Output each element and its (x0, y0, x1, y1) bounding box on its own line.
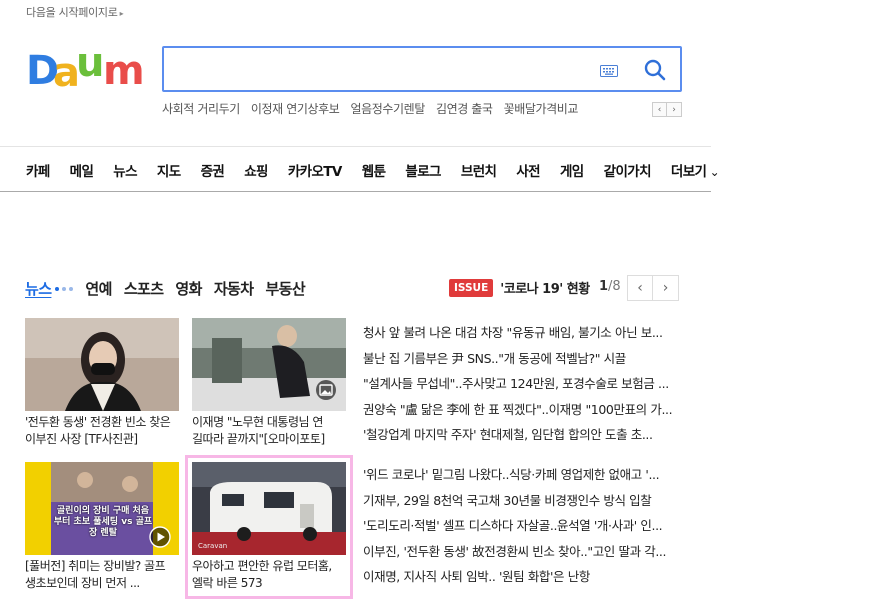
nav-item-blog[interactable]: 블로그 (405, 160, 441, 180)
tab-sports[interactable]: 스포츠 (124, 278, 164, 299)
nav-item-together[interactable]: 같이가치 (604, 160, 652, 180)
trending-keywords: 사회적 거리두기 이정재 연기상후보 얼음정수기렌탈 김연경 출국 꽃배달가격비… (162, 100, 578, 117)
chevron-left-icon[interactable]: ‹ (627, 275, 653, 301)
headline-list: 청사 앞 불려 나온 대검 차장 "유동규 배임, 불기소 아닌 보... 불난… (363, 322, 681, 450)
news-thumbnail (25, 318, 179, 411)
news-caption[interactable]: 이재명 "노무현 대통령님 연 길따라 끝까지"[오마이포토] (192, 414, 346, 448)
keyword[interactable]: 사회적 거리두기 (162, 100, 240, 117)
tab-movie[interactable]: 영화 (175, 278, 202, 299)
headline-item[interactable]: 청사 앞 불려 나온 대검 차장 "유동규 배임, 불기소 아닌 보... (363, 322, 681, 348)
nav-item-mail[interactable]: 메일 (70, 160, 94, 180)
service-nav: 카페 메일 뉴스 지도 증권 쇼핑 카카오TV 웹툰 블로그 브런치 사전 게임… (26, 160, 739, 180)
issue-ticker[interactable]: ISSUE '코로나 19' 현황 (449, 278, 590, 297)
headline-item[interactable]: '도리도리·적벌' 셀프 디스하다 자살골..윤석열 '개·사과' 인... (363, 515, 681, 541)
nav-item-brunch[interactable]: 브런치 (461, 160, 497, 180)
photo-gallery-icon (319, 384, 333, 396)
keyword[interactable]: 김연경 출국 (436, 100, 493, 117)
nav-item-more[interactable]: 더보기 (671, 160, 719, 180)
headline-item[interactable]: 기재부, 29일 8천억 국고채 30년물 비경쟁인수 방식 입찰 (363, 490, 681, 516)
nav-item-game[interactable]: 게임 (560, 160, 584, 180)
nav-item-news[interactable]: 뉴스 (113, 160, 137, 180)
headline-item[interactable]: 불난 집 기름부은 尹 SNS.."개 동공에 적벨남?" 시끌 (363, 348, 681, 374)
set-homepage-link[interactable]: 다음을 시작페이지로 ▸ (26, 4, 124, 20)
headline-item[interactable]: '철강업계 마지막 주자' 현대제철, 임단협 합의안 도출 초... (363, 424, 681, 450)
issue-badge: ISSUE (449, 278, 494, 297)
tab-entertainment[interactable]: 연예 (85, 278, 112, 299)
issue-text[interactable]: '코로나 19' 현황 (500, 278, 590, 297)
news-card[interactable]: '전두환 동생' 전경환 빈소 찾은 이부진 사장 [TF사진관] (25, 318, 179, 448)
video-overlay-text: 골린이의 장비 구매 처음부터 초보 풀세팅 vs 골프장 렌탈 (53, 506, 153, 538)
video-thumbnail: 골린이의 장비 구매 처음부터 초보 풀세팅 vs 골프장 렌탈 (25, 462, 179, 555)
svg-text:u: u (76, 46, 104, 86)
news-thumbnail: Caravan (192, 462, 346, 555)
tab-news[interactable]: 뉴스 (25, 278, 52, 299)
nav-item-map[interactable]: 지도 (157, 160, 181, 180)
news-card[interactable]: 이재명 "노무현 대통령님 연 길따라 끝까지"[오마이포토] (192, 318, 346, 448)
search-icon[interactable] (644, 59, 666, 81)
video-overlay-text: Caravan (198, 542, 228, 550)
headline-list: '위드 코로나' 밑그림 나왔다..식당·카페 영업제한 없애고 '... 기재… (363, 464, 681, 592)
tab-dots-indicator (55, 286, 74, 291)
nav-item-kakaotv[interactable]: 카카오TV (288, 160, 343, 180)
news-thumbnail (192, 318, 346, 411)
headline-item[interactable]: '위드 코로나' 밑그림 나왔다..식당·카페 영업제한 없애고 '... (363, 464, 681, 490)
search-input[interactable] (174, 56, 594, 82)
nav-item-shopping[interactable]: 쇼핑 (244, 160, 268, 180)
play-icon[interactable] (149, 526, 171, 548)
keyword[interactable]: 꽃배달가격비교 (504, 100, 579, 117)
nav-item-dictionary[interactable]: 사전 (516, 160, 540, 180)
chevron-right-icon[interactable]: › (653, 275, 679, 301)
tab-realestate[interactable]: 부동산 (265, 278, 305, 299)
chevron-right-icon[interactable]: › (667, 102, 682, 117)
news-caption[interactable]: '전두환 동생' 전경환 빈소 찾은 이부진 사장 [TF사진관] (25, 414, 179, 448)
news-caption[interactable]: [풀버전] 취미는 장비발? 골프 생초보인데 장비 먼저 ... (25, 558, 179, 592)
chevron-left-icon[interactable]: ‹ (652, 102, 667, 117)
nav-item-webtoon[interactable]: 웹툰 (362, 160, 386, 180)
news-tabs: 뉴스 연예 스포츠 영화 자동차 부동산 (25, 278, 317, 299)
keyword[interactable]: 얼음정수기렌탈 (350, 100, 425, 117)
issue-pager: ‹ › (627, 275, 679, 301)
headline-item[interactable]: 이부진, '전두환 동생' 故전경환씨 빈소 찾아.."고인 딸과 각... (363, 541, 681, 567)
headline-item[interactable]: "설계사들 무섭네"..주사맞고 124만원, 포경수술로 보험금 ... (363, 373, 681, 399)
search-box (162, 46, 682, 92)
nav-item-stock[interactable]: 증권 (201, 160, 225, 180)
headline-item[interactable]: 이재명, 지사직 사퇴 임박.. '원팀 화합'은 난항 (363, 566, 681, 592)
divider (0, 146, 711, 147)
nav-item-cafe[interactable]: 카페 (26, 160, 50, 180)
news-card-selected[interactable]: Caravan 우아하고 편안한 유럽 모터홈, 엘락 바른 573 (185, 455, 353, 599)
svg-text:m: m (103, 48, 145, 94)
divider (0, 191, 711, 192)
keyword-nav: ‹ › (652, 102, 682, 117)
headline-item[interactable]: 권양숙 "盧 닮은 李에 한 표 찍겠다"..이재명 "100만표의 가... (363, 399, 681, 425)
tab-car[interactable]: 자동차 (214, 278, 254, 299)
news-caption[interactable]: 우아하고 편안한 유럽 모터홈, 엘락 바른 573 (192, 558, 346, 592)
daum-logo[interactable]: D a u m (26, 46, 146, 96)
keyboard-icon[interactable] (600, 65, 618, 77)
video-card[interactable]: 골린이의 장비 구매 처음부터 초보 풀세팅 vs 골프장 렌탈 [풀버전] 취… (25, 462, 179, 592)
keyword[interactable]: 이정재 연기상후보 (251, 100, 340, 117)
issue-pager-count: 1/8 (599, 279, 621, 294)
